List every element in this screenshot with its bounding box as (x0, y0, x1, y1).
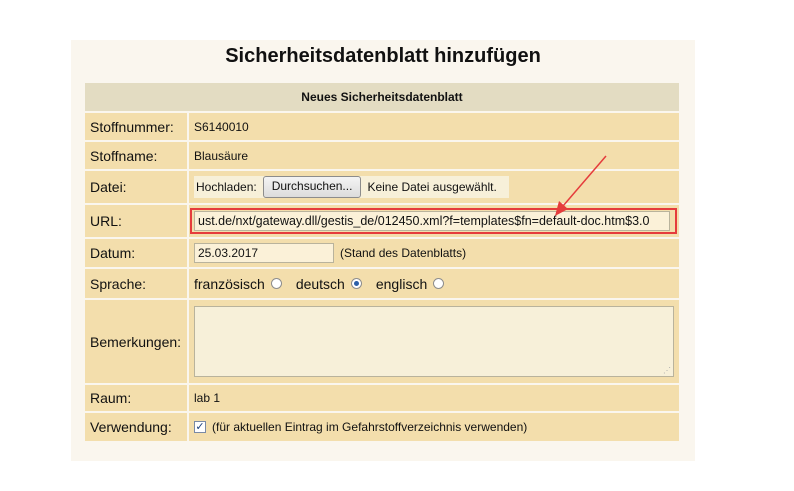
annotation-arrow-icon (555, 155, 607, 216)
